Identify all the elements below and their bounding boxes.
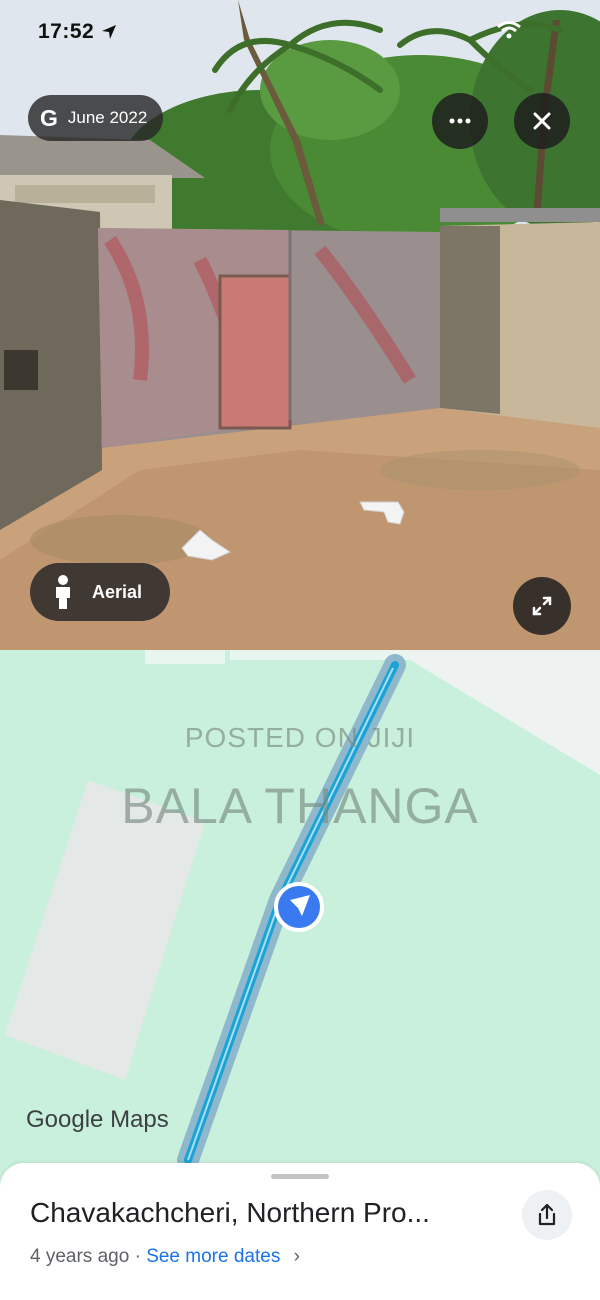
- logo-maps-text: Maps: [110, 1106, 169, 1133]
- imagery-date-pill[interactable]: G June 2022: [28, 95, 164, 141]
- watermark-posted-on: POSTED ON JIJI: [184, 722, 416, 753]
- separator-dot: ·: [134, 1246, 141, 1267]
- imagery-date: June 2022: [67, 108, 148, 127]
- imagery-age: 4 years ago: [30, 1246, 130, 1267]
- location-arrow-icon: [102, 25, 117, 39]
- share-icon: [538, 1203, 556, 1226]
- pegman-icon: [56, 575, 70, 609]
- aerial-label: Aerial: [92, 581, 143, 602]
- wifi-icon: [497, 21, 521, 39]
- google-maps-logo: Google Maps: [26, 1106, 169, 1134]
- chevron-right-icon[interactable]: ›: [294, 1246, 300, 1267]
- expand-button[interactable]: [513, 577, 571, 635]
- see-more-dates-link[interactable]: See more dates: [146, 1246, 280, 1267]
- ellipsis-icon: [449, 118, 471, 124]
- close-button[interactable]: [514, 93, 570, 149]
- logo-google-text: Google: [26, 1106, 104, 1133]
- place-title[interactable]: Chavakachcheri, Northern Pro...: [30, 1197, 430, 1229]
- watermark-seller: BALA THANGA: [121, 778, 479, 834]
- place-bottom-sheet[interactable]: [0, 1163, 600, 1300]
- aerial-view-button[interactable]: Aerial: [30, 563, 170, 621]
- imagery-age-row: 4 years ago · See more dates ›: [30, 1246, 300, 1268]
- more-options-button[interactable]: [432, 93, 488, 149]
- sheet-drag-handle[interactable]: [271, 1174, 329, 1179]
- expand-icon: [532, 596, 552, 616]
- time-label: 17:52: [38, 20, 95, 43]
- close-icon: [533, 112, 551, 130]
- google-g-icon: G: [40, 104, 58, 131]
- status-bar-time: 17:52: [38, 20, 118, 44]
- street-view-panel[interactable]: 17:52 G June 2022 Aerial: [0, 0, 600, 650]
- share-button[interactable]: [522, 1190, 572, 1240]
